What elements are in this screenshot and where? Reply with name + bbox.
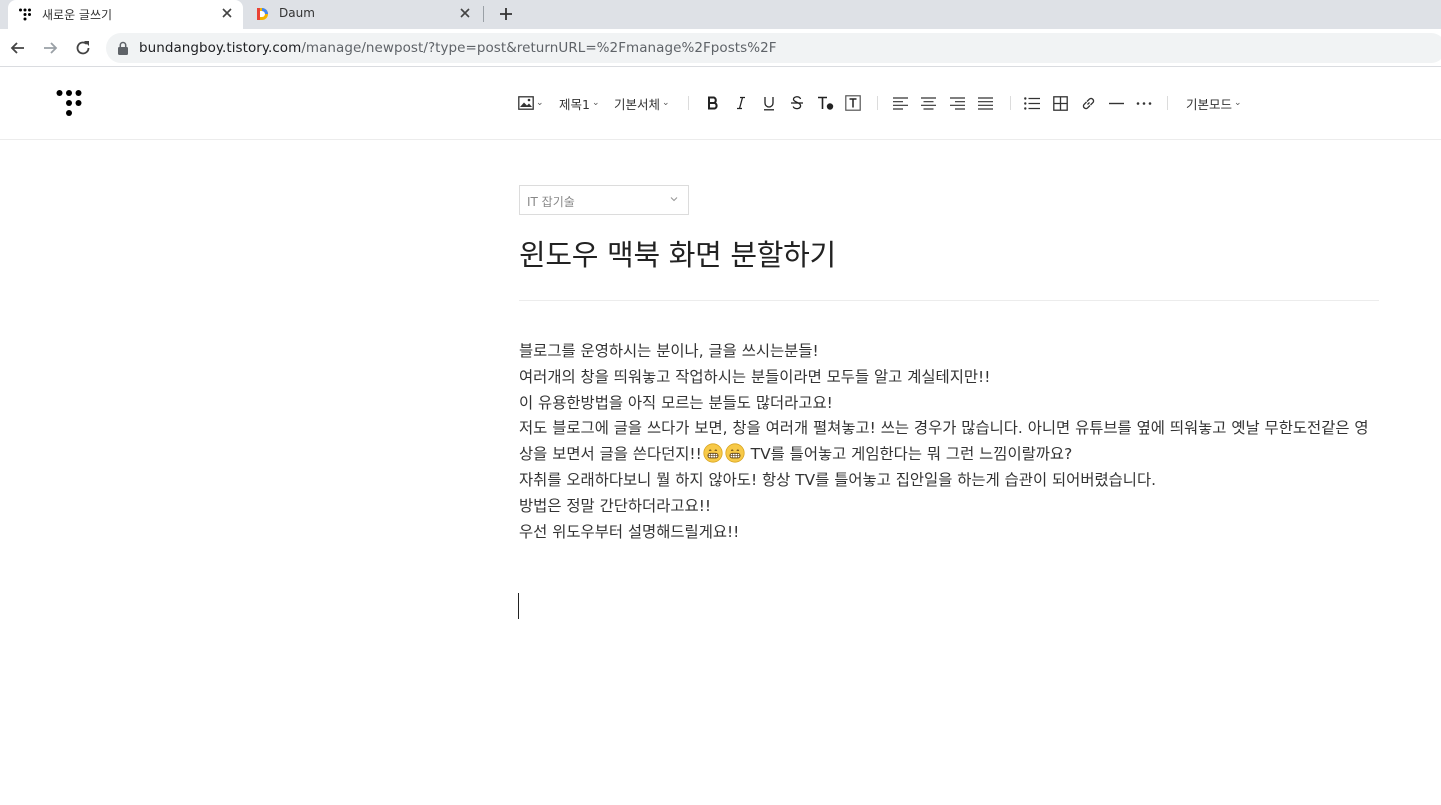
italic-icon <box>737 96 745 110</box>
underline-icon <box>764 96 774 110</box>
bullet-list-button[interactable] <box>1024 91 1040 115</box>
bullet-list-icon <box>1024 96 1040 110</box>
category-select[interactable]: IT 잡기술 <box>519 185 689 215</box>
text-color-button[interactable] <box>817 91 835 115</box>
tab-separator <box>483 6 484 22</box>
align-center-icon <box>921 96 936 110</box>
body-paragraph: 저도 블로그에 글을 쓰다가 보면, 창을 여러개 펼쳐놓고! 쓰는 경우가 많… <box>519 416 1379 468</box>
body-paragraph: 이 유용한방법을 아직 모르는 분들도 많더라고요! <box>519 393 833 412</box>
align-left-button[interactable] <box>893 91 908 115</box>
title-divider <box>519 300 1379 301</box>
reload-icon[interactable] <box>73 38 93 58</box>
text-color-icon <box>818 96 834 110</box>
url-path: /manage/newpost/?type=post&returnURL=%2F… <box>301 40 777 56</box>
url-host: bundangboy.tistory.com <box>139 40 302 56</box>
chevron-down-icon <box>670 197 678 202</box>
toolbar-divider <box>877 96 878 110</box>
heading-dropdown[interactable]: 제목1 ⌄ <box>559 91 600 115</box>
horizontal-rule-icon <box>1109 102 1124 104</box>
new-tab-plus-icon[interactable] <box>496 4 516 24</box>
font-dropdown[interactable]: 기본서체 ⌄ <box>614 91 670 115</box>
body-paragraph: 우선 위도우부터 설명해드릴게요!! <box>519 522 740 541</box>
grinning-face-emoji-icon <box>725 443 745 463</box>
daum-icon <box>257 8 268 20</box>
italic-button[interactable] <box>734 91 748 115</box>
body-text: TV를 틀어놓고 게임한다는 뭐 그런 느낌이랄까요? <box>745 445 1073 464</box>
bold-button[interactable] <box>706 91 720 115</box>
insert-table-button[interactable] <box>1053 91 1068 115</box>
chevron-down-icon: ⌄ <box>662 98 670 108</box>
bold-icon <box>708 96 718 110</box>
align-right-icon <box>950 96 965 110</box>
insert-link-button[interactable] <box>1081 91 1096 115</box>
url-text: bundangboy.tistory.com/manage/newpost/?t… <box>139 40 777 56</box>
category-label: IT 잡기술 <box>527 195 575 209</box>
chevron-down-icon: ⌄ <box>536 98 544 108</box>
align-left-icon <box>893 96 908 110</box>
horizontal-rule-button[interactable] <box>1109 91 1124 115</box>
body-paragraph: 여러개의 창을 띄워놓고 작업하시는 분들이라면 모두들 알고 계실테지만!! <box>519 367 991 386</box>
more-horizontal-icon <box>1136 101 1152 105</box>
body-paragraph: 방법은 정말 간단하더라고요!! <box>519 496 712 515</box>
close-tab-icon[interactable] <box>219 5 235 21</box>
address-toolbar: bundangboy.tistory.com/manage/newpost/?t… <box>0 29 1441 67</box>
strikethrough-button[interactable] <box>790 91 804 115</box>
tistory-logo-icon[interactable] <box>56 89 82 117</box>
tab-title: Daum <box>279 6 315 20</box>
editor-header: ⌄ 제목1 ⌄ 기본서체 ⌄ 기본모드 ⌄ <box>0 67 1441 140</box>
toolbar-divider <box>688 96 689 110</box>
align-justify-button[interactable] <box>978 91 993 115</box>
editor-mode-dropdown[interactable]: 기본모드 ⌄ <box>1186 91 1242 115</box>
body-paragraph: 블로그를 운영하시는 분이나, 글을 쓰시는분들! <box>519 342 819 360</box>
back-arrow-icon[interactable] <box>8 38 28 58</box>
chevron-down-icon: ⌄ <box>1234 98 1242 108</box>
lock-icon[interactable] <box>117 41 129 55</box>
tab-new-post[interactable]: 새로운 글쓰기 <box>8 0 243 29</box>
table-icon <box>1053 95 1068 111</box>
tistory-icon <box>19 8 31 21</box>
toolbar-divider <box>1167 96 1168 110</box>
align-right-button[interactable] <box>950 91 965 115</box>
underline-button[interactable] <box>762 91 776 115</box>
chevron-down-icon: ⌄ <box>591 98 600 108</box>
align-justify-icon <box>978 96 993 110</box>
image-icon <box>518 96 534 110</box>
tab-title: 새로운 글쓰기 <box>42 8 113 22</box>
heading-label: 제목1 <box>559 96 590 112</box>
strikethrough-icon <box>791 96 803 110</box>
post-title-input[interactable]: 윈도우 맥북 화면 분할하기 <box>519 232 1379 274</box>
close-tab-icon[interactable] <box>457 5 473 21</box>
link-icon <box>1082 97 1095 109</box>
text-background-button[interactable] <box>845 91 861 115</box>
toolbar-divider <box>1010 96 1011 110</box>
editor-mode-label: 기본모드 <box>1186 96 1233 112</box>
font-label: 기본서체 <box>614 96 661 112</box>
more-options-button[interactable] <box>1136 91 1152 115</box>
forward-arrow-icon[interactable] <box>40 38 60 58</box>
body-paragraph: 자취를 오래하다보니 뭘 하지 않아도! 항상 TV를 틀어놓고 집안일을 하는… <box>519 470 1157 489</box>
text-background-icon <box>845 95 861 111</box>
grinning-face-emoji-icon <box>703 443 723 463</box>
align-center-button[interactable] <box>921 91 936 115</box>
tab-daum[interactable]: Daum <box>245 0 481 29</box>
browser-tab-strip: 새로운 글쓰기 Daum <box>0 0 1441 29</box>
text-cursor <box>518 593 519 619</box>
url-omnibox[interactable]: bundangboy.tistory.com/manage/newpost/?t… <box>106 33 1441 63</box>
post-body-editor[interactable]: 블로그를 운영하시는 분이나, 글을 쓰시는분들! 여러개의 창을 띄워놓고 작… <box>519 339 1379 545</box>
insert-image-button[interactable]: ⌄ <box>518 91 544 115</box>
